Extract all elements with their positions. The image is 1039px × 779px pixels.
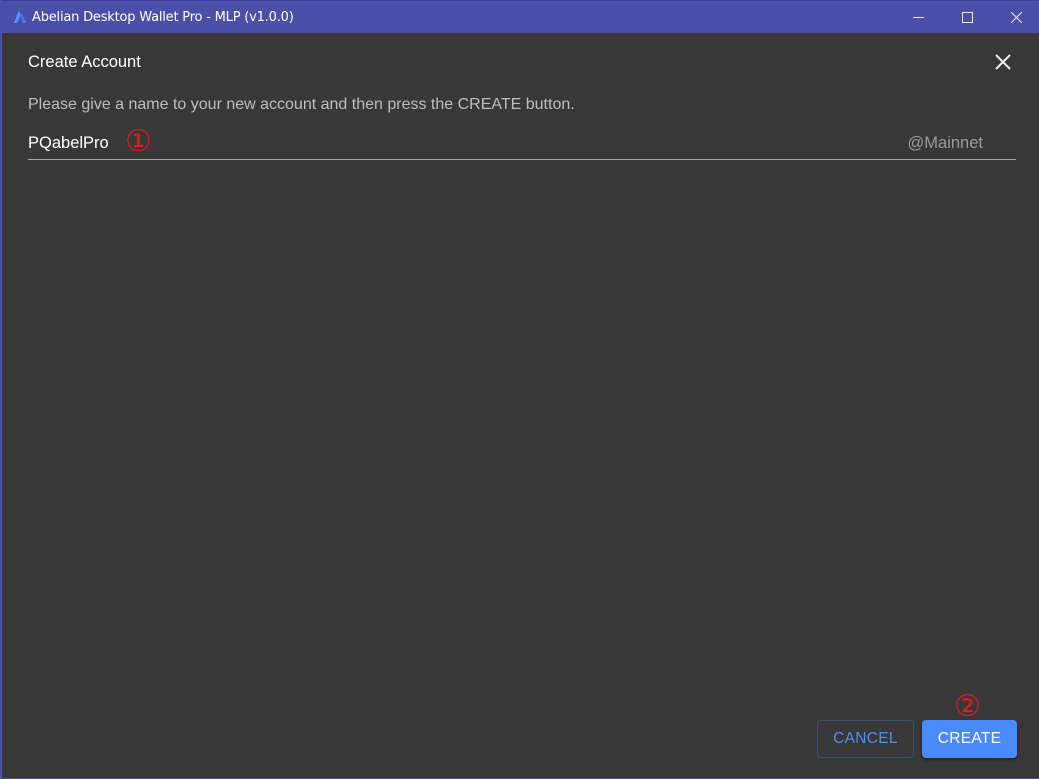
close-icon [995,53,1011,75]
app-window: Abelian Desktop Wallet Pro - MLP (v1.0.0… [0,0,1039,779]
title-bar[interactable]: Abelian Desktop Wallet Pro - MLP (v1.0.0… [2,0,1039,33]
create-account-dialog: Create Account Please give a name to you… [4,33,1039,778]
account-name-field: @Mainnet [28,128,1016,160]
dialog-close-button[interactable] [992,53,1014,75]
abelian-logo-icon [13,10,27,24]
account-name-input[interactable] [28,128,888,158]
create-button[interactable]: CREATE [922,720,1017,758]
network-suffix: @Mainnet [907,134,983,152]
instructions-text: Please give a name to your new account a… [28,96,575,113]
maximize-icon [962,12,973,23]
maximize-button[interactable] [943,1,992,34]
minimize-button[interactable] [894,1,943,34]
cancel-button[interactable]: CANCEL [817,720,914,758]
minimize-icon [913,12,924,23]
close-icon [1011,12,1022,23]
annotation-marker-1: ① [125,124,152,159]
window-close-button[interactable] [992,1,1039,34]
window-title: Abelian Desktop Wallet Pro - MLP (v1.0.0… [32,9,294,25]
window-controls [894,1,1039,34]
dialog-title: Create Account [28,53,141,71]
annotation-marker-2: ② [954,689,981,724]
